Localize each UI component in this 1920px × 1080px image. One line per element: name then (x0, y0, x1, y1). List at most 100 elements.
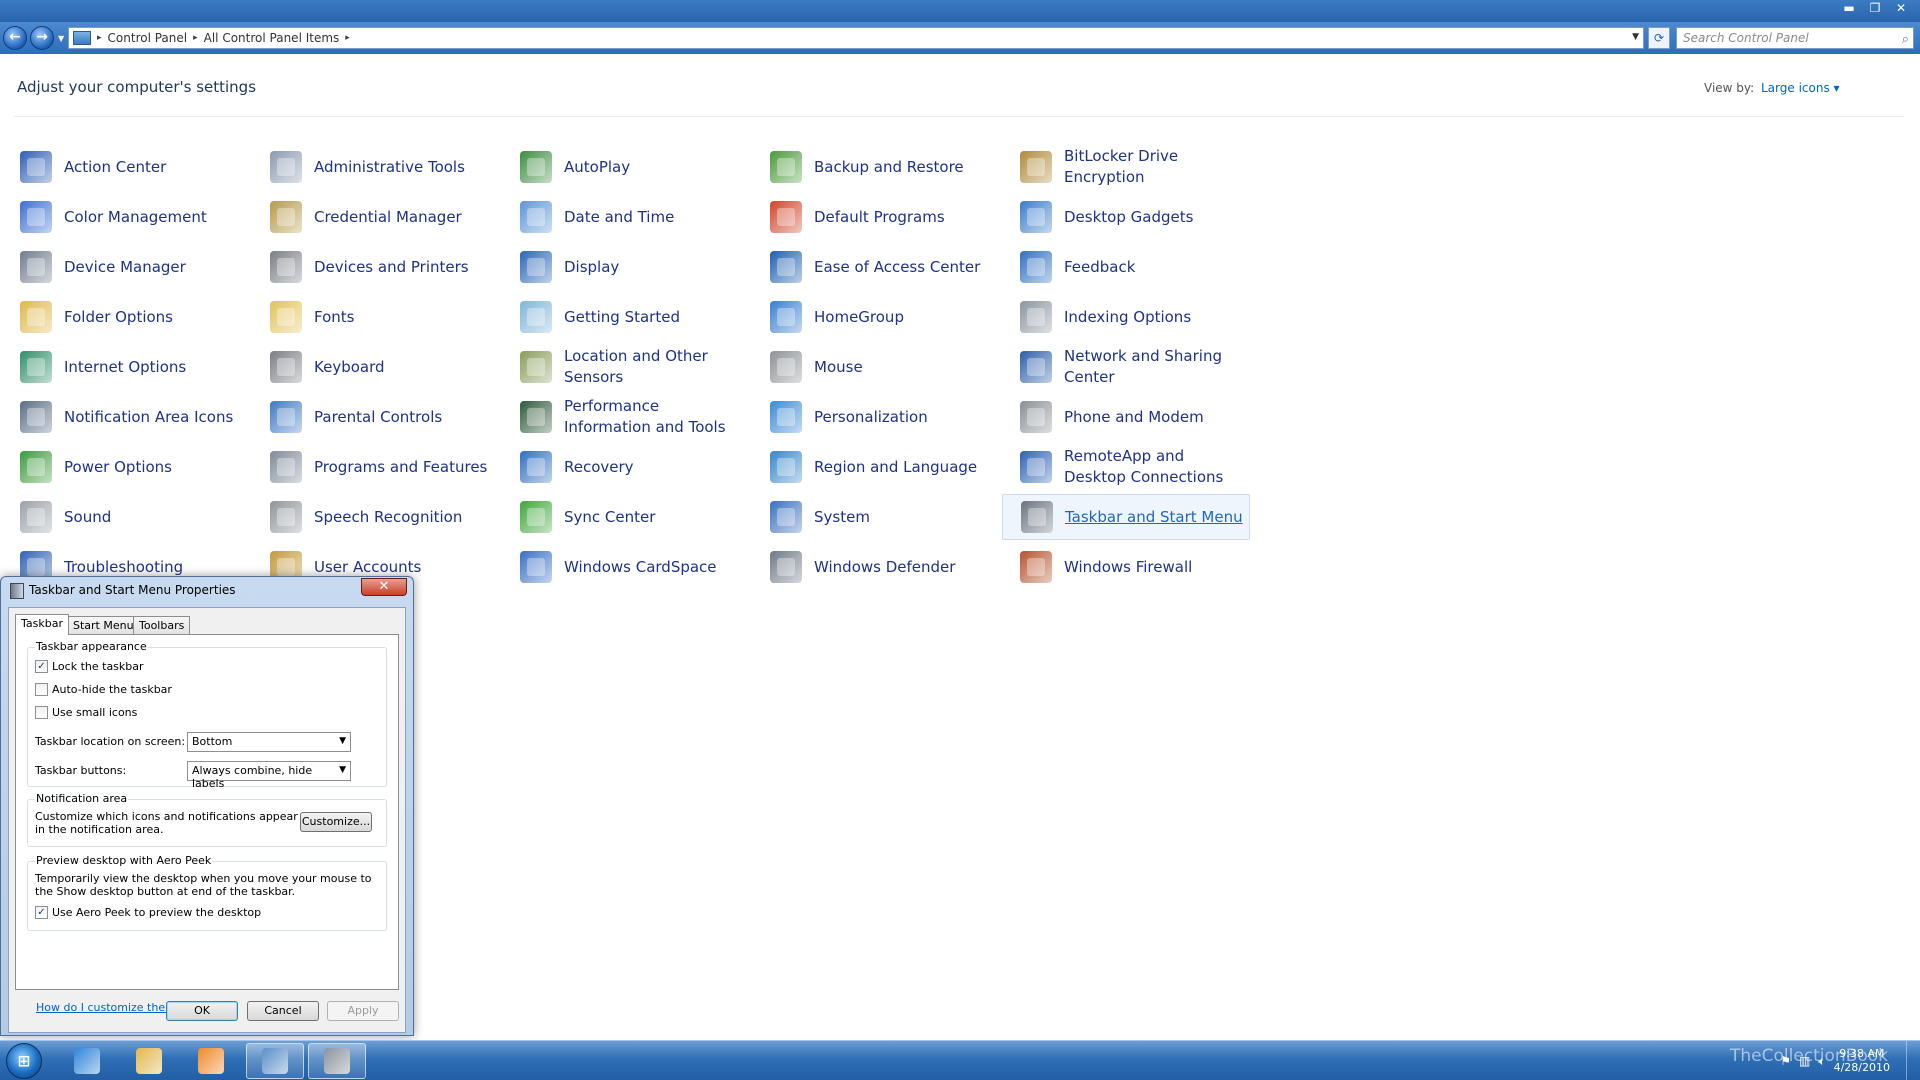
maximize-button[interactable]: ❐ (1862, 0, 1888, 18)
cp-item-folder-options[interactable]: Folder Options (2, 294, 250, 340)
view-by-dropdown[interactable]: Large icons ▾ (1761, 81, 1840, 95)
cancel-button[interactable]: Cancel (247, 1001, 319, 1021)
cp-item-personalization[interactable]: Personalization (752, 394, 1000, 440)
cp-item-label: Notification Area Icons (64, 407, 234, 426)
cp-item-internet-options[interactable]: Internet Options (2, 344, 250, 390)
dialog-close-button[interactable]: ✕ (361, 578, 407, 596)
back-button[interactable]: ← (3, 26, 27, 50)
breadcrumb-separator-icon[interactable]: ▸ (97, 33, 102, 43)
cp-item-windows-defender[interactable]: Windows Defender (752, 544, 1000, 590)
lock-taskbar-checkbox[interactable]: ✓ (35, 660, 48, 673)
cp-item-fonts[interactable]: Fonts (252, 294, 500, 340)
cp-item-devices-and-printers[interactable]: Devices and Printers (252, 244, 500, 290)
taskbar-button-media-player[interactable] (182, 1043, 240, 1079)
show-desktop-button[interactable] (1906, 1041, 1920, 1080)
cp-item-system[interactable]: System (752, 494, 1000, 540)
cp-item-display[interactable]: Display (502, 244, 750, 290)
tab-start-menu[interactable]: Start Menu (67, 616, 140, 634)
address-bar[interactable]: ▸ Control Panel ▸ All Control Panel Item… (68, 27, 1644, 49)
cp-item-date-and-time[interactable]: Date and Time (502, 194, 750, 240)
refresh-button[interactable]: ⟳ (1648, 27, 1670, 49)
apply-button[interactable]: Apply (327, 1001, 399, 1021)
cp-item-desktop-gadgets[interactable]: Desktop Gadgets (1002, 194, 1250, 240)
cp-item-label: Ease of Access Center (814, 257, 981, 276)
dialog-title: Taskbar and Start Menu Properties (29, 583, 236, 597)
cp-item-notification-area-icons[interactable]: Notification Area Icons (2, 394, 250, 440)
small-icons-checkbox[interactable] (35, 706, 48, 719)
breadcrumb-separator-icon[interactable]: ▸ (193, 33, 198, 43)
small-icons-row[interactable]: Use small icons (35, 706, 137, 719)
programs-features-icon (270, 451, 302, 483)
breadcrumb-separator-icon[interactable]: ▸ (345, 33, 350, 43)
autohide-row[interactable]: Auto-hide the taskbar (35, 683, 172, 696)
cp-item-color-management[interactable]: Color Management (2, 194, 250, 240)
cp-item-keyboard[interactable]: Keyboard (252, 344, 500, 390)
cp-item-sync-center[interactable]: Sync Center (502, 494, 750, 540)
ok-button[interactable]: OK (166, 1001, 238, 1021)
recent-pages-dropdown-icon[interactable]: ▼ (58, 34, 64, 43)
cp-item-speech-recognition[interactable]: Speech Recognition (252, 494, 500, 540)
cp-item-mouse[interactable]: Mouse (752, 344, 1000, 390)
keyboard-icon (270, 351, 302, 383)
taskbar-tab-panel: Taskbar appearance ✓ Lock the taskbar Au… (15, 634, 399, 1014)
cp-item-label: Performance Information and Tools (564, 397, 726, 436)
cp-item-feedback[interactable]: Feedback (1002, 244, 1250, 290)
cp-item-location-and-other-sensors[interactable]: Location and Other Sensors (502, 344, 750, 390)
lock-taskbar-row[interactable]: ✓ Lock the taskbar (35, 660, 144, 673)
minimize-button[interactable]: ▬ (1836, 0, 1862, 18)
start-button[interactable]: ⊞ (6, 1043, 42, 1079)
device-manager-icon (20, 251, 52, 283)
customize-button[interactable]: Customize... (300, 812, 372, 832)
notification-description: Customize which icons and notifications … (35, 810, 298, 836)
cp-item-recovery[interactable]: Recovery (502, 444, 750, 490)
cp-item-ease-of-access-center[interactable]: Ease of Access Center (752, 244, 1000, 290)
taskbar-button-taskbar-properties[interactable] (308, 1043, 366, 1079)
cp-item-programs-and-features[interactable]: Programs and Features (252, 444, 500, 490)
breadcrumb-control-panel[interactable]: Control Panel (108, 31, 188, 45)
taskbar-location-select[interactable]: Bottom ▼ (187, 732, 351, 752)
cp-item-taskbar-and-start-menu[interactable]: Taskbar and Start Menu (1002, 494, 1250, 540)
cp-item-sound[interactable]: Sound (2, 494, 250, 540)
cp-item-action-center[interactable]: Action Center (2, 144, 250, 190)
cp-item-windows-firewall[interactable]: Windows Firewall (1002, 544, 1250, 590)
cp-item-label: Windows Defender (814, 557, 956, 576)
search-input[interactable]: Search Control Panel ⌕ (1676, 27, 1914, 49)
cp-item-power-options[interactable]: Power Options (2, 444, 250, 490)
cp-item-parental-controls[interactable]: Parental Controls (252, 394, 500, 440)
cp-item-label: Taskbar and Start Menu (1065, 507, 1243, 526)
cp-item-device-manager[interactable]: Device Manager (2, 244, 250, 290)
taskbar-button-internet-explorer[interactable] (58, 1043, 116, 1079)
taskbar-buttons-select[interactable]: Always combine, hide labels ▼ (187, 761, 351, 790)
cp-item-phone-and-modem[interactable]: Phone and Modem (1002, 394, 1250, 440)
cp-item-backup-and-restore[interactable]: Backup and Restore (752, 144, 1000, 190)
taskbar-button-control-panel[interactable] (246, 1043, 304, 1079)
tab-taskbar[interactable]: Taskbar (15, 614, 69, 635)
cp-item-bitlocker-drive-encryption[interactable]: BitLocker Drive Encryption (1002, 144, 1250, 190)
cp-item-network-and-sharing-center[interactable]: Network and Sharing Center (1002, 344, 1250, 390)
cp-item-performance-information-and-tools[interactable]: Performance Information and Tools (502, 394, 750, 440)
aero-peek-checkbox[interactable]: ✓ (35, 906, 48, 919)
autohide-checkbox[interactable] (35, 683, 48, 696)
forward-button[interactable]: → (30, 26, 54, 50)
cp-item-default-programs[interactable]: Default Programs (752, 194, 1000, 240)
aero-peek-row[interactable]: ✓ Use Aero Peek to preview the desktop (35, 906, 261, 919)
taskbar-button-windows-explorer[interactable] (120, 1043, 178, 1079)
cp-item-getting-started[interactable]: Getting Started (502, 294, 750, 340)
cp-item-windows-cardspace[interactable]: Windows CardSpace (502, 544, 750, 590)
cp-item-autoplay[interactable]: AutoPlay (502, 144, 750, 190)
search-icon[interactable]: ⌕ (1902, 30, 1909, 50)
cp-item-administrative-tools[interactable]: Administrative Tools (252, 144, 500, 190)
cp-item-remoteapp-and-desktop-connections[interactable]: RemoteApp and Desktop Connections (1002, 444, 1250, 490)
cp-item-indexing-options[interactable]: Indexing Options (1002, 294, 1250, 340)
cp-item-region-and-language[interactable]: Region and Language (752, 444, 1000, 490)
cp-item-label: Backup and Restore (814, 157, 964, 176)
recovery-icon (520, 451, 552, 483)
cp-item-homegroup[interactable]: HomeGroup (752, 294, 1000, 340)
cp-item-label: Power Options (64, 457, 172, 476)
cp-item-credential-manager[interactable]: Credential Manager (252, 194, 500, 240)
close-window-button[interactable]: ✕ (1888, 0, 1914, 18)
breadcrumb-all-items[interactable]: All Control Panel Items (204, 31, 340, 45)
address-dropdown-icon[interactable]: ▼ (1632, 32, 1639, 42)
group-title: Notification area (35, 792, 129, 805)
tab-toolbars[interactable]: Toolbars (133, 616, 191, 634)
